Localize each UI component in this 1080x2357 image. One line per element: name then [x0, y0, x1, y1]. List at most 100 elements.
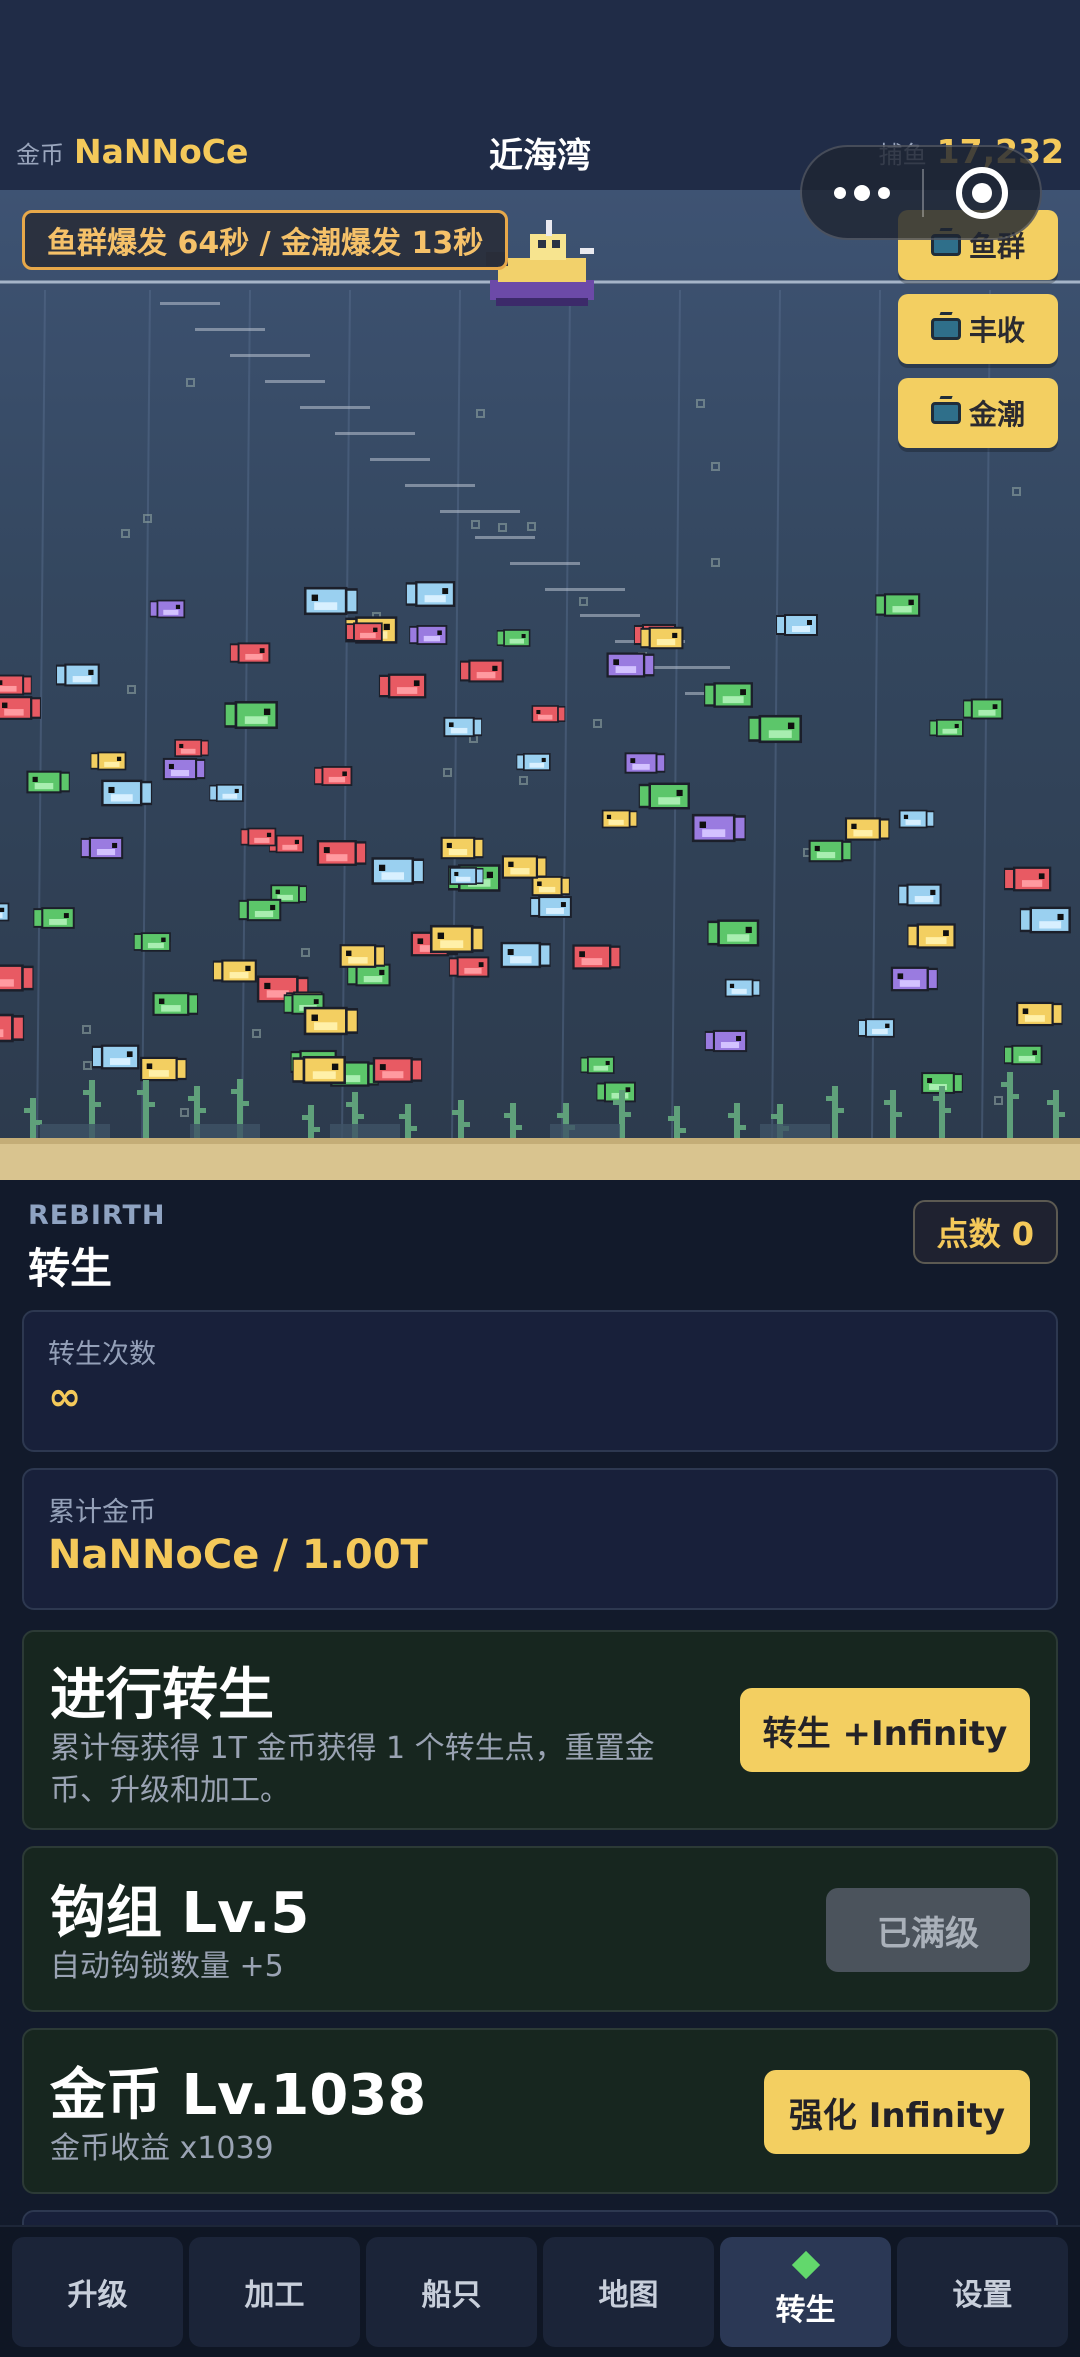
fish-icon	[640, 626, 684, 650]
fish-icon	[0, 902, 10, 922]
fish-icon	[890, 966, 938, 992]
stat-card-total-coins: 累计金币 NaNNoCe / 1.00T	[22, 1468, 1058, 1610]
fish-icon	[162, 757, 206, 781]
fish-icon	[638, 782, 690, 810]
fish-icon	[26, 770, 70, 794]
game-screen: 金币 NaNNoCe 近海湾 捕鱼 17,232	[0, 0, 1080, 2357]
more-options-button[interactable]	[802, 147, 922, 238]
fish-icon	[858, 1018, 895, 1038]
tab-label: 设置	[952, 2278, 1013, 2313]
fish-icon	[303, 1006, 359, 1036]
action-desc-line: 币、升级和加工。	[50, 1773, 290, 1808]
action-desc-line: 累计每获得 1T 金币获得 1 个转生点，重置金	[50, 1731, 655, 1766]
fish-icon	[149, 599, 186, 619]
fish-icon	[929, 719, 964, 737]
fish-icon	[409, 625, 448, 645]
section-title: 转生	[28, 1244, 113, 1293]
fish-icon	[596, 1081, 636, 1103]
fish-icon	[339, 944, 385, 968]
sea-scene[interactable]: 鱼群爆发 64秒 / 金潮爆发 13秒 鱼群 丰收 金潮	[0, 190, 1080, 1180]
fish-icon	[606, 652, 655, 678]
fish-icon	[448, 956, 490, 978]
fish-icon	[704, 1029, 748, 1053]
next-card-peek	[22, 2210, 1058, 2225]
fish-icon	[724, 978, 761, 998]
section-eyebrow: REBIRTH	[28, 1200, 166, 1231]
fish-icon	[443, 716, 483, 738]
fish-icon	[55, 663, 100, 687]
fish-icon	[501, 855, 547, 879]
fish-icon	[429, 924, 484, 954]
fish-icon	[1019, 906, 1071, 934]
fish-icon	[1003, 866, 1052, 892]
fish-icon	[516, 753, 551, 771]
fish-icon	[531, 705, 566, 723]
fish-icon	[0, 696, 41, 720]
tv-icon	[930, 318, 961, 340]
upgrade-card-hook-set: 钩组 Lv.5 自动钩锁数量 +5 已满级	[22, 1846, 1058, 2012]
bottom-nav: 升级 加工 船只 地图 转生 设置	[0, 2225, 1080, 2357]
enhance-button[interactable]: 强化 Infinity	[764, 2070, 1030, 2154]
fish-icon	[140, 1056, 187, 1082]
fish-icon	[844, 817, 890, 841]
miniprogram-capsule	[800, 145, 1042, 240]
action-title: 进行转生	[50, 1663, 274, 1728]
fish-icon	[963, 698, 1004, 720]
tab-settings[interactable]: 设置	[897, 2237, 1068, 2347]
rebirth-action-card: 进行转生 累计每获得 1T 金币获得 1 个转生点，重置金 币、升级和加工。 转…	[22, 1630, 1058, 1830]
fish-icon	[500, 941, 551, 969]
fish-icon	[530, 896, 572, 918]
fish-icon	[0, 1013, 25, 1043]
tab-ships[interactable]: 船只	[366, 2237, 537, 2347]
stat-label: 转生次数	[48, 1339, 156, 1370]
tab-processing[interactable]: 加工	[189, 2237, 360, 2347]
tab-rebirth[interactable]: 转生	[720, 2237, 891, 2347]
fish-icon	[624, 752, 666, 774]
tab-label: 地图	[598, 2278, 659, 2313]
fish-icon	[238, 898, 282, 922]
fish-icon	[240, 827, 277, 847]
stat-value: NaNNoCe / 1.00T	[48, 1532, 428, 1578]
fish-icon	[90, 751, 127, 771]
fish-icon	[808, 839, 852, 863]
tab-label: 加工	[244, 2278, 305, 2313]
maxed-button[interactable]: 已满级	[826, 1888, 1030, 1972]
action-description: 累计每获得 1T 金币获得 1 个转生点，重置金 币、升级和加工。	[50, 1728, 655, 1812]
fish-icon	[174, 739, 209, 757]
close-miniprogram-button[interactable]	[924, 166, 1040, 219]
fish-icon	[907, 923, 956, 949]
fish-icon	[1004, 1044, 1043, 1066]
target-icon	[956, 166, 1008, 219]
ad-button-harvest[interactable]: 丰收	[898, 294, 1058, 364]
fish-icon	[898, 883, 942, 907]
rebirth-button[interactable]: 转生 +Infinity	[740, 1688, 1030, 1772]
tab-label: 升级	[67, 2278, 128, 2313]
tab-label: 转生	[775, 2293, 836, 2328]
fish-icon	[80, 836, 124, 860]
fish-icon	[33, 907, 75, 929]
fish-icon	[707, 919, 760, 947]
ad-button-gold-tide[interactable]: 金潮	[898, 378, 1058, 448]
fish-icon	[212, 959, 257, 983]
upgrade-description: 自动钩锁数量 +5	[50, 1949, 284, 1984]
ad-button-label: 金潮	[968, 398, 1025, 431]
fish-icon	[601, 809, 638, 829]
fish-icon	[704, 682, 753, 708]
fish-icon	[580, 1056, 615, 1074]
fish-icon	[316, 840, 367, 866]
tab-map[interactable]: 地图	[543, 2237, 714, 2347]
fish-icon	[531, 876, 570, 896]
fish-icon	[303, 586, 358, 616]
rebirth-panel: REBIRTH 转生 点数 0 转生次数 ∞ 累计金币 NaNNoCe / 1.…	[0, 1180, 1080, 2225]
fish-icon	[152, 992, 199, 1016]
fish-icon	[0, 964, 34, 992]
fish-icon	[460, 659, 504, 683]
stat-card-rebirth-count: 转生次数 ∞	[22, 1310, 1058, 1452]
tab-label: 船只	[421, 2278, 482, 2313]
tab-upgrade[interactable]: 升级	[12, 2237, 183, 2347]
fish-icon	[378, 673, 427, 699]
fish-icon	[133, 932, 171, 952]
upgrade-card-coins: 金币 Lv.1038 金币收益 x1039 强化 Infinity	[22, 2028, 1058, 2194]
fish-icon	[292, 1055, 346, 1085]
fish-icon	[496, 629, 531, 647]
